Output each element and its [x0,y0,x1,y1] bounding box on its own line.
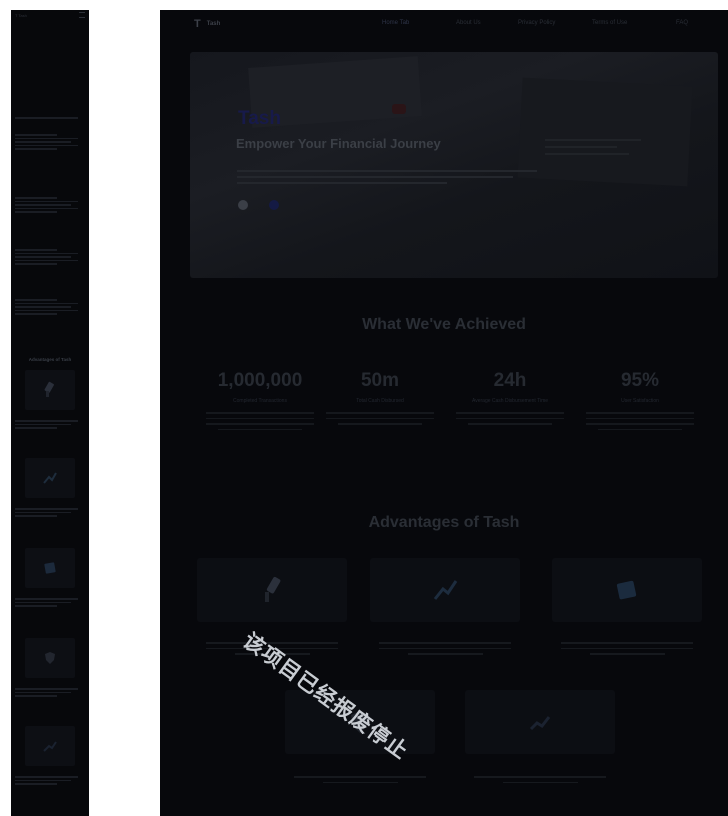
advantage-text [285,772,435,787]
mobile-advantage-card [25,726,75,766]
hero-side-text [545,134,665,160]
hero-image-detail [517,77,693,187]
chart-icon [433,580,458,600]
menu-icon[interactable] [79,12,85,18]
stat-value: 95% [620,370,660,391]
mobile-card-text [15,774,85,787]
advantage-card [552,558,702,622]
nav-privacy[interactable]: Privacy Policy [518,20,555,26]
stat-label: Completed Transactions [233,398,287,404]
stat-label: User Satisfaction [621,398,659,404]
wallet-icon [616,580,637,600]
nav-terms[interactable]: Terms of Use [592,20,627,26]
mobile-stat [15,132,85,152]
hero-subtitle: Empower Your Financial Journey [236,136,441,151]
desktop-preview: T Tash Home Tab About Us Privacy Policy … [160,10,728,816]
stat-value: 1,000,000 [217,370,303,391]
chart-icon [43,741,57,752]
stat-block: 1,000,000 Completed Transactions [200,370,320,434]
stat-block: 95% User Satisfaction [580,370,700,434]
advantage-card [465,690,615,754]
mobile-stat [15,195,85,215]
hero-image-detail [392,104,406,114]
mobile-brand: T Tash [15,12,27,18]
stat-block: 50m Total Cash Disbursed [320,370,440,429]
nav-about[interactable]: About Us [456,20,481,26]
store-button[interactable] [238,200,248,210]
chart-icon [43,472,57,484]
shield-icon [45,652,55,664]
nav-home[interactable]: Home Tab [382,20,409,26]
achievements-title: What We've Achieved [362,316,526,333]
stat-value: 24h [493,370,527,391]
mobile-advantage-card [25,370,75,410]
chart-icon [529,716,551,731]
hero-description [237,166,537,188]
nav-faq[interactable]: FAQ [676,20,688,26]
mobile-card-text [15,418,85,431]
advantage-card [370,558,520,622]
brand-name: Tash [206,21,221,27]
stat-label: Total Cash Disbursed [356,398,404,404]
advantage-text [552,638,702,659]
store-button[interactable] [269,200,279,210]
mobile-preview: T Tash Advantages of Tash [11,10,89,816]
advantages-title: Advantages of Tash [368,514,520,531]
advantage-card [197,558,347,622]
hero-banner [190,52,718,278]
mobile-card-text [15,596,85,609]
wallet-icon [44,562,56,574]
mobile-stat [15,247,85,267]
advantage-text [370,638,520,659]
mobile-card-text [15,686,85,699]
stat-value: 50m [360,370,400,391]
mobile-stat [15,297,85,317]
logo-icon: T [194,18,201,30]
credit-card-icon [265,576,281,602]
mobile-advantage-card [25,638,75,678]
mobile-header: T Tash [11,10,89,20]
stat-label: Average Cash Disbursement Time [471,398,549,404]
mobile-advantages-title: Advantages of Tash [28,357,72,362]
brand[interactable]: T Tash [194,18,220,30]
mobile-advantage-card [25,548,75,588]
mobile-advantage-card [25,458,75,498]
hero-title: Tash [238,108,281,129]
advantage-text [465,772,615,787]
mobile-card-text [15,506,85,519]
navbar: T Tash Home Tab About Us Privacy Policy … [160,10,728,38]
credit-card-icon [44,381,54,397]
mobile-hero-text [15,115,85,121]
stat-block: 24h Average Cash Disbursement Time [450,370,570,429]
